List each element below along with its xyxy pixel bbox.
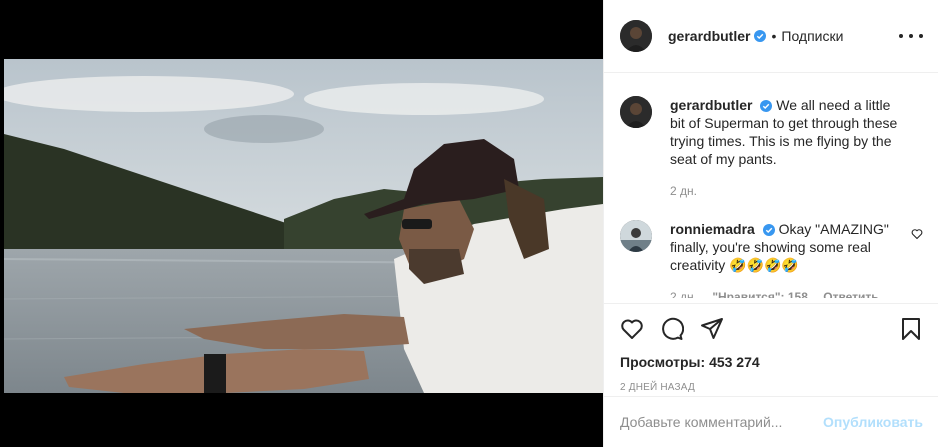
video-player[interactable] (4, 59, 603, 393)
comment-composer: Опубликовать (604, 396, 938, 447)
follow-status-button[interactable]: Подписки (781, 28, 843, 44)
reply-button[interactable]: Ответить (823, 290, 878, 298)
avatar-image (620, 20, 652, 52)
comments-list[interactable]: gerardbutler We all need a little bit of… (604, 74, 938, 298)
video-frame-image (4, 59, 603, 393)
comment-meta: 2 дн. "Нравится": 158 Ответить (670, 288, 899, 298)
bookmark-icon[interactable] (899, 317, 923, 341)
verified-badge-icon (762, 224, 775, 237)
avatar[interactable] (620, 220, 652, 252)
verified-badge-icon (760, 100, 773, 113)
comment-item: ronniemadra Okay "AMAZING" finally, you'… (620, 220, 923, 298)
caption-age[interactable]: 2 дн. (670, 184, 697, 198)
avatar[interactable] (620, 96, 652, 128)
heart-icon[interactable] (620, 317, 644, 341)
views-label: Просмотры: (620, 354, 706, 370)
post-panel: gerardbutler • Подписки gerardbutler We … (603, 0, 938, 447)
comment-bubble-icon[interactable] (660, 317, 684, 341)
paper-plane-icon[interactable] (700, 317, 724, 341)
verified-badge-icon (754, 30, 767, 42)
comment-input[interactable] (620, 414, 824, 430)
comment-like-heart-icon[interactable] (911, 228, 923, 240)
video-pane (0, 0, 603, 447)
comment-likes-count[interactable]: "Нравится": 158 (712, 290, 808, 298)
avatar[interactable] (620, 20, 652, 52)
post-actions: Просмотры: 453 274 2 дней назад (604, 303, 938, 393)
views-line[interactable]: Просмотры: 453 274 (620, 354, 923, 370)
post-timestamp[interactable]: 2 дней назад (620, 382, 923, 393)
comment-age[interactable]: 2 дн. (670, 290, 697, 298)
caption-meta: 2 дн. (670, 182, 899, 200)
views-count: 453 274 (709, 354, 760, 370)
avatar-image (620, 96, 652, 128)
post-author-username[interactable]: gerardbutler (668, 28, 750, 44)
comment-username[interactable]: ronniemadra (670, 221, 755, 237)
caption-comment: gerardbutler We all need a little bit of… (620, 96, 923, 200)
caption-body: gerardbutler We all need a little bit of… (670, 96, 923, 200)
comment-body: ronniemadra Okay "AMAZING" finally, you'… (670, 220, 923, 298)
post-header: gerardbutler • Подписки (604, 0, 938, 73)
action-bar (620, 316, 923, 342)
separator-dot: • (771, 28, 777, 44)
more-dots-icon[interactable] (899, 28, 923, 44)
avatar-image (620, 220, 652, 252)
post-comment-button[interactable]: Опубликовать (823, 414, 923, 430)
caption-username[interactable]: gerardbutler (670, 97, 752, 113)
